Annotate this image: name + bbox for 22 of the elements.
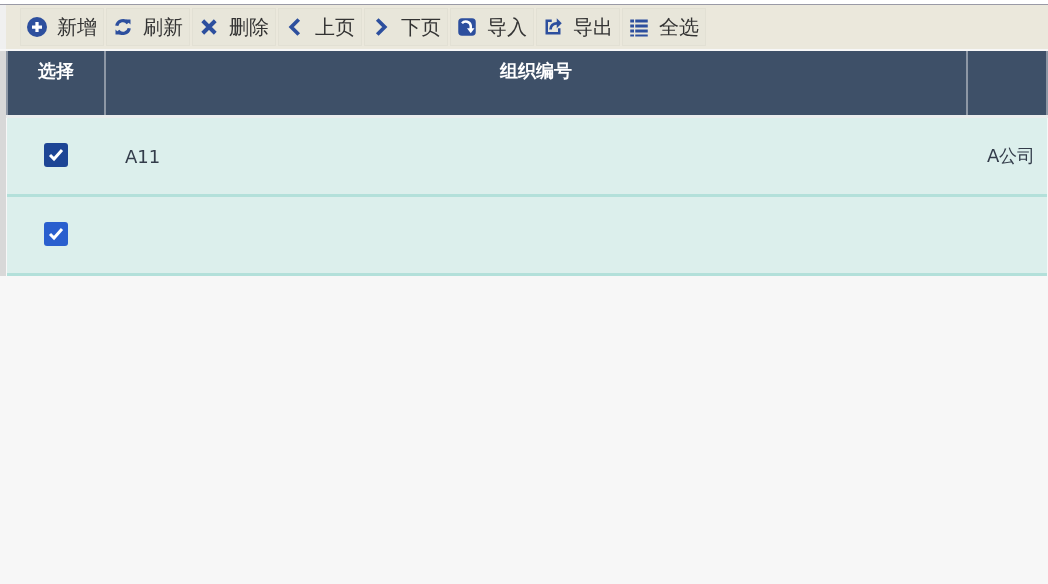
toolbar-button[interactable]: 刷新 xyxy=(106,8,190,46)
toolbar-button[interactable]: 导出 xyxy=(536,8,620,46)
import-icon xyxy=(457,17,477,37)
checkmark-icon xyxy=(48,146,64,163)
column-header[interactable]: 选择 xyxy=(7,51,105,117)
checkbox[interactable] xyxy=(44,221,68,246)
close-icon xyxy=(199,17,219,37)
list-icon xyxy=(629,17,649,37)
toolbar-button[interactable]: 新增 xyxy=(20,8,104,46)
toolbar-button[interactable]: 上页 xyxy=(278,8,362,46)
refresh-icon xyxy=(113,17,133,37)
toolbar-button[interactable]: 导入 xyxy=(450,8,534,46)
table-cell: A公司 xyxy=(987,145,1036,166)
toolbar-button[interactable]: 删除 xyxy=(192,8,276,46)
export-icon xyxy=(543,17,563,37)
toolbar-button[interactable]: 下页 xyxy=(364,8,448,46)
table-cell: A11 xyxy=(125,145,161,167)
checkmark-icon xyxy=(48,225,64,242)
column-header[interactable]: 组织编号 xyxy=(105,51,967,117)
checkbox[interactable] xyxy=(44,142,68,167)
add-icon xyxy=(27,17,47,37)
toolbar-button[interactable]: 全选 xyxy=(622,8,706,46)
